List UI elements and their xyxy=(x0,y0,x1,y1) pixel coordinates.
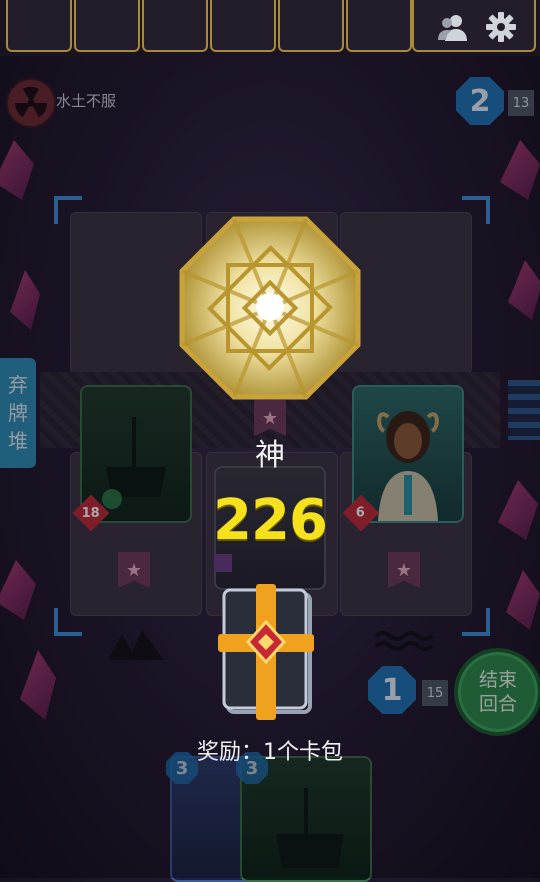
gear-icon[interactable] xyxy=(484,10,518,44)
top-slot xyxy=(210,0,276,52)
top-slot xyxy=(278,0,344,52)
top-slot xyxy=(74,0,140,52)
rank-title: 神 xyxy=(255,438,285,473)
friends-icon[interactable] xyxy=(436,10,470,44)
octagon-emblem-icon xyxy=(179,216,361,400)
top-slot xyxy=(6,0,72,52)
top-slot xyxy=(142,0,208,52)
top-slot xyxy=(346,0,412,52)
card-pack-icon[interactable] xyxy=(214,584,326,720)
score-value: 226 xyxy=(213,488,328,553)
reward-text: 奖励：1个卡包 xyxy=(197,740,343,765)
